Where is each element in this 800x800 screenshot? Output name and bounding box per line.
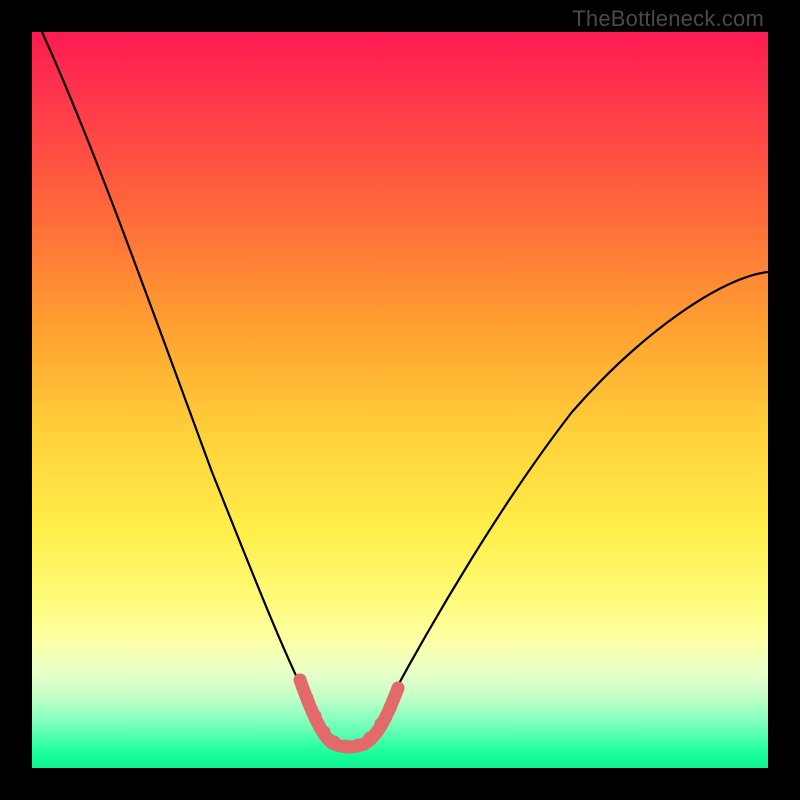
watermark-text: TheBottleneck.com xyxy=(572,6,764,32)
chart-frame: TheBottleneck.com xyxy=(0,0,800,800)
curves-layer xyxy=(32,32,768,768)
plot-area xyxy=(32,32,768,768)
bottleneck-curve xyxy=(42,32,768,744)
optimal-zone-markers xyxy=(294,674,405,753)
